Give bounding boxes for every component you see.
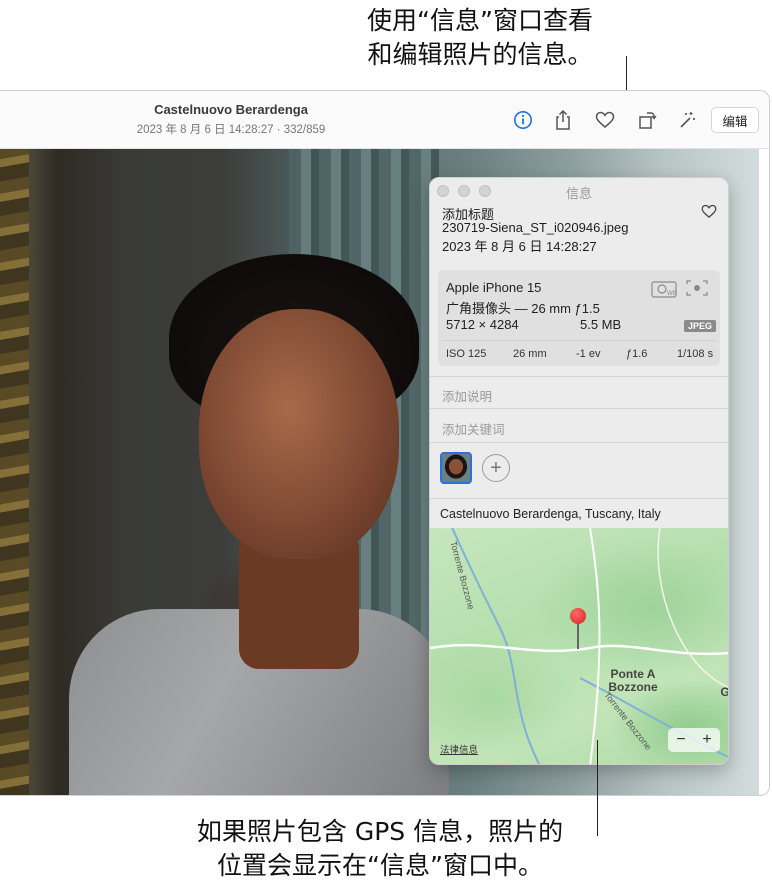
callout-bottom-line1: 如果照片包含 GPS 信息，照片的 bbox=[196, 817, 564, 846]
map-legal-link[interactable]: 法律信息 bbox=[440, 742, 478, 756]
divider bbox=[430, 498, 728, 499]
exif-exposure: -1 ev bbox=[576, 348, 601, 360]
zoom-out-button[interactable]: − bbox=[676, 731, 685, 749]
toolbar: Castelnuovo Berardenga 2023 年 8 月 6 日 14… bbox=[0, 91, 769, 149]
exif-iso: ISO 125 bbox=[446, 348, 487, 360]
exif-aperture: ƒ1.6 bbox=[626, 348, 648, 360]
exif-shutter: 1/108 s bbox=[677, 348, 714, 360]
photo-datetime[interactable]: 2023 年 8 月 6 日 14:28:27 bbox=[442, 236, 597, 255]
callout-gps-location: 如果照片包含 GPS 信息，照片的 位置会显示在“信息”窗口中。 bbox=[150, 815, 610, 883]
resolution: 5712 × 4284 bbox=[446, 317, 519, 332]
magic-wand-icon[interactable] bbox=[675, 108, 699, 132]
filename: 230719-Siena_ST_i020946.jpeg bbox=[442, 220, 629, 235]
camera-model: Apple iPhone 15 bbox=[446, 280, 542, 295]
add-keywords-field[interactable]: 添加关键词 bbox=[442, 419, 505, 438]
add-person-button[interactable]: + bbox=[482, 454, 510, 482]
edit-button[interactable]: 编辑 bbox=[711, 107, 759, 133]
map-pin-stick bbox=[577, 623, 579, 649]
callout-top-line1: 使用“信息”窗口查看 bbox=[367, 6, 593, 35]
metering-icon bbox=[685, 279, 709, 302]
heart-icon[interactable] bbox=[593, 108, 617, 132]
rotate-icon[interactable] bbox=[635, 108, 659, 132]
file-size: 5.5 MB bbox=[580, 317, 622, 332]
ornate-frame bbox=[0, 149, 29, 795]
location-map[interactable]: Torrente Bozzone Torrente Bozzone Ponte … bbox=[430, 528, 729, 764]
info-window-title: 信息 bbox=[565, 186, 592, 201]
photos-window: Castelnuovo Berardenga 2023 年 8 月 6 日 14… bbox=[0, 90, 770, 796]
white-balance-icon: WB bbox=[651, 278, 677, 303]
lens-info: 广角摄像头 — 26 mm ƒ1.5 bbox=[446, 301, 600, 316]
format-badge: JPEG bbox=[684, 320, 717, 332]
callout-bottom-line2: 位置会显示在“信息”窗口中。 bbox=[217, 851, 543, 880]
exif-focal-length: 26 mm bbox=[513, 348, 547, 360]
share-icon[interactable] bbox=[551, 108, 575, 132]
person-thumbnail[interactable] bbox=[440, 452, 472, 484]
portrait-face bbox=[199, 309, 399, 559]
svg-text:WB: WB bbox=[667, 291, 677, 297]
location-label[interactable]: Castelnuovo Berardenga, Tuscany, Italy bbox=[440, 507, 661, 521]
map-town-line2: Bozzone bbox=[608, 680, 658, 694]
photo-subtitle: 2023 年 8 月 6 日 14:28:27 · 332/859 bbox=[136, 124, 326, 136]
info-icon[interactable] bbox=[511, 108, 535, 132]
divider bbox=[430, 408, 728, 409]
map-edge-label: G bbox=[720, 685, 729, 699]
map-zoom-control: − + bbox=[668, 728, 720, 752]
zoom-in-button[interactable]: + bbox=[702, 731, 711, 749]
callout-info-window: 使用“信息”窗口查看 和编辑照片的信息。 bbox=[300, 4, 660, 72]
map-town-label: Ponte A Bozzone bbox=[598, 668, 668, 694]
camera-details: Apple iPhone 15 广角摄像头 — 26 mm ƒ1.5 5712 … bbox=[438, 270, 720, 366]
photo-title: Castelnuovo Berardenga bbox=[154, 102, 308, 117]
exif-divider bbox=[442, 340, 716, 341]
add-caption-field[interactable]: 添加说明 bbox=[442, 386, 492, 405]
location-pin-icon[interactable] bbox=[570, 608, 586, 624]
callout-top-line2: 和编辑照片的信息。 bbox=[367, 40, 593, 69]
favorite-heart-icon[interactable] bbox=[701, 204, 717, 220]
divider bbox=[430, 442, 728, 443]
info-window: 信息 添加标题 230719-Siena_ST_i020946.jpeg 202… bbox=[429, 177, 729, 765]
divider bbox=[430, 376, 728, 377]
